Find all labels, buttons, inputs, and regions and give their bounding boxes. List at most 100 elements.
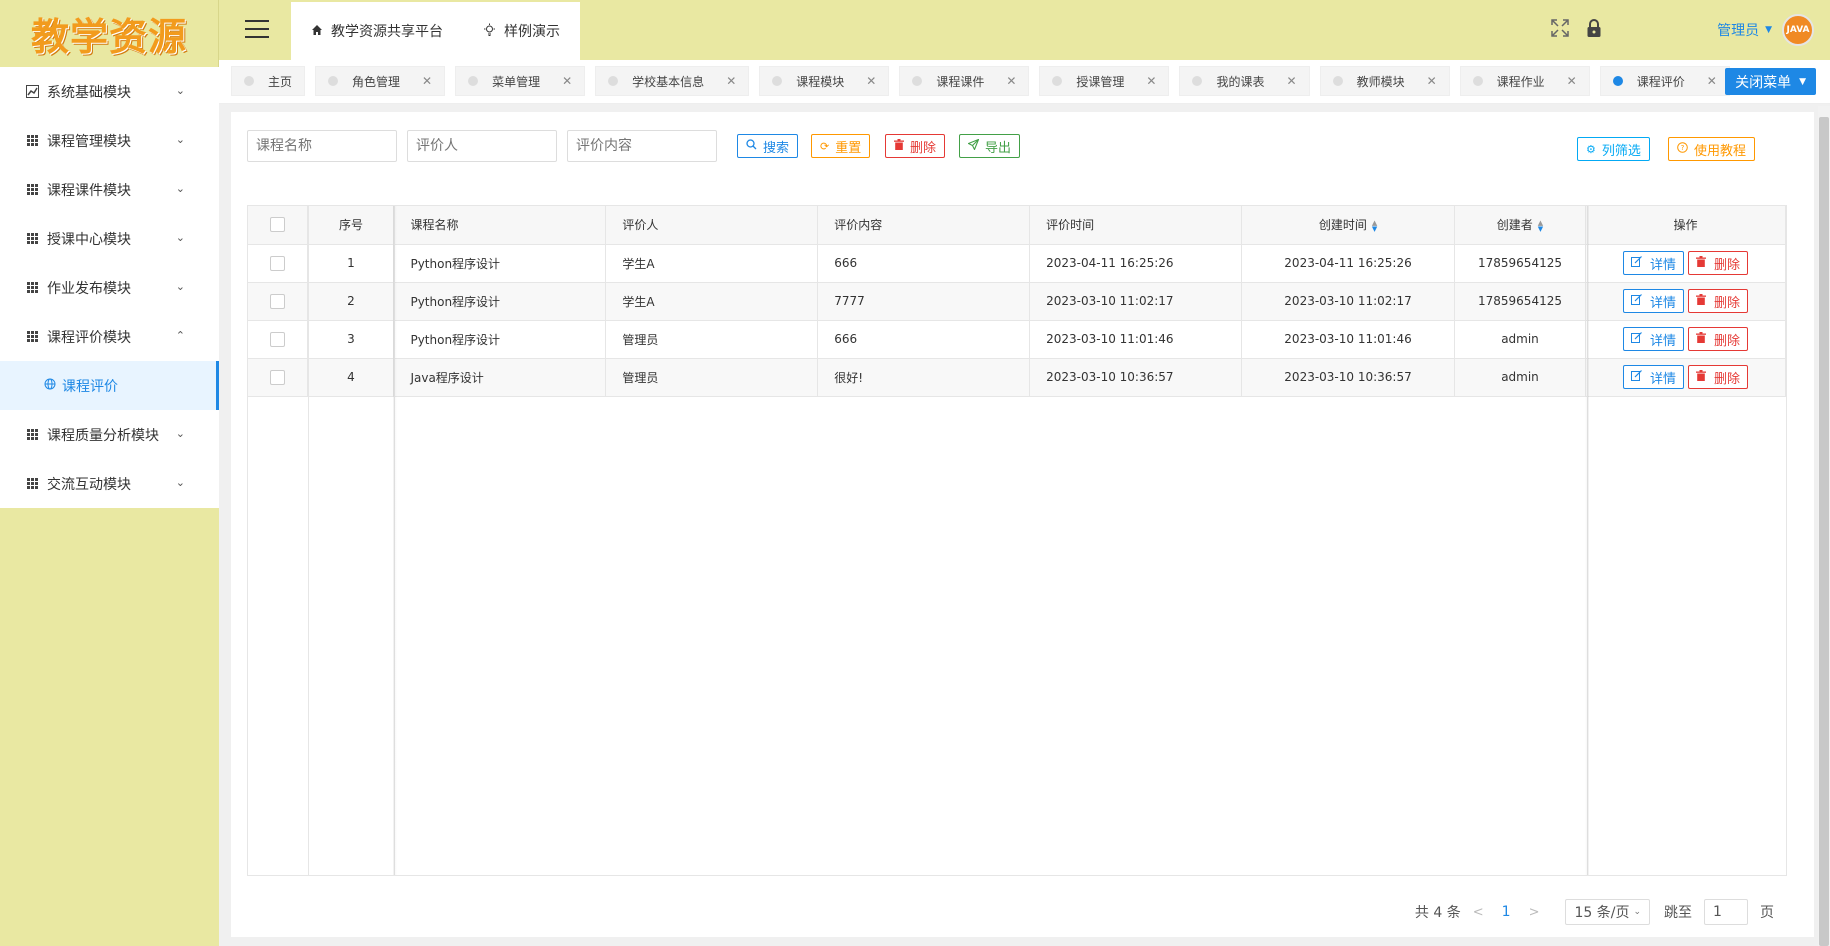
detail-label: 详情 [1649, 295, 1676, 311]
table-row[interactable]: 1 Python程序设计 学生A 666 2023-04-11 16:25:26 2023… [248, 244, 1787, 283]
detail-button[interactable]: 详情 [1622, 365, 1684, 389]
tab-label: 课程评价 [1636, 74, 1685, 89]
tab-list: 主页 角色管理 ✕ 菜单管理 ✕ 学校基本信息 ✕ 课程模块 ✕ 课程课件 ✕ 授课管理 ✕ 我的课表 ✕ 教… [231, 66, 1740, 96]
row-checkbox[interactable] [270, 369, 286, 385]
top-nav-demo[interactable]: 样例演示 [463, 2, 580, 60]
top-nav-home[interactable]: 教学资源共享平台 [291, 2, 463, 60]
tab-bar: 主页 角色管理 ✕ 菜单管理 ✕ 学校基本信息 ✕ 课程模块 ✕ 课程课件 ✕ 授课管理 ✕ 我的课表 ✕ 教… [219, 60, 1830, 104]
row-delete-button[interactable]: 删除 [1687, 327, 1748, 351]
delete-button[interactable]: 删除 [885, 134, 946, 158]
tab-3[interactable]: 学校基本信息 ✕ [595, 66, 750, 96]
row-checkbox[interactable] [270, 255, 286, 271]
row-delete-button[interactable]: 删除 [1687, 365, 1748, 389]
tab-dot-icon [1332, 76, 1343, 86]
hamburger-menu-icon[interactable] [245, 20, 269, 38]
table-row[interactable]: 2 Python程序设计 学生A 7777 2023-03-10 11:02:17 202… [248, 282, 1787, 321]
sort-icon[interactable]: ▲ ▼ [1372, 219, 1377, 232]
row-checkbox[interactable] [270, 331, 286, 347]
row-checkbox[interactable] [270, 293, 286, 309]
avatar[interactable]: JAVA [1782, 14, 1814, 46]
export-button[interactable]: 导出 [959, 134, 1021, 158]
close-icon[interactable]: ✕ [1567, 74, 1577, 88]
grid-icon [25, 330, 39, 344]
tab-10[interactable]: 课程评价 ✕ [1599, 66, 1730, 96]
close-icon[interactable]: ✕ [1287, 74, 1297, 88]
reset-button[interactable]: ⟳ 重置 [811, 134, 871, 158]
header-create-time-cell[interactable]: 创建时间 ▲ ▼ [1241, 206, 1455, 245]
cell-reviewer: 学生A [605, 282, 819, 321]
sidebar-item-teaching-center[interactable]: 授课中心模块 ⌄ [0, 214, 219, 263]
close-icon[interactable]: ✕ [866, 74, 876, 88]
tab-dot-icon [1192, 76, 1203, 86]
tab-7[interactable]: 我的课表 ✕ [1179, 66, 1310, 96]
close-icon[interactable]: ✕ [1006, 74, 1016, 88]
scrollbar-thumb[interactable] [1819, 117, 1829, 946]
pager-total: 共 4 条 [1414, 905, 1461, 921]
sidebar-item-courseware[interactable]: 课程课件模块 ⌄ [0, 165, 219, 214]
column-filter-button[interactable]: ⚙ 列筛选 [1577, 137, 1650, 161]
cell-ops: 详情 删除 [1585, 244, 1787, 283]
detail-button[interactable]: 详情 [1622, 289, 1684, 313]
prev-page-icon[interactable]: < [1473, 905, 1484, 920]
chevron-down-icon: ⌄ [175, 231, 185, 244]
page-size-value: 15 条/页 [1574, 905, 1630, 921]
caret-down-icon[interactable]: ▼ [1765, 25, 1772, 35]
reviewer-input[interactable] [407, 130, 557, 162]
row-delete-button[interactable]: 删除 [1687, 251, 1748, 275]
sidebar-item-interaction[interactable]: 交流互动模块 ⌄ [0, 459, 219, 508]
next-page-icon[interactable]: > [1529, 905, 1540, 920]
page-jump-input[interactable]: 1 [1704, 899, 1748, 925]
page-size-select[interactable]: 15 条/页 ⌄ [1565, 899, 1650, 925]
detail-button[interactable]: 详情 [1622, 327, 1684, 351]
search-button-label: 搜索 [763, 140, 790, 156]
close-menu-button[interactable]: 关闭菜单 ▼ [1725, 68, 1816, 95]
select-all-checkbox[interactable] [270, 217, 286, 233]
tab-8[interactable]: 教师模块 ✕ [1319, 66, 1450, 96]
pager-current-page[interactable]: 1 [1502, 904, 1511, 920]
table-row[interactable]: 3 Python程序设计 管理员 666 2023-03-10 11:01:46 2023… [248, 320, 1787, 359]
close-icon[interactable]: ✕ [1707, 74, 1717, 88]
sidebar-item-quality-analysis[interactable]: 课程质量分析模块 ⌄ [0, 410, 219, 459]
tab-9[interactable]: 课程作业 ✕ [1459, 66, 1590, 96]
row-delete-button[interactable]: 删除 [1687, 289, 1748, 313]
course-name-input[interactable] [247, 130, 397, 162]
tab-0[interactable]: 主页 [231, 66, 306, 96]
lock-icon[interactable] [1583, 18, 1605, 43]
tab-5[interactable]: 课程课件 ✕ [899, 66, 1030, 96]
search-button[interactable]: 搜索 [737, 134, 799, 158]
close-icon[interactable]: ✕ [1427, 74, 1437, 88]
tab-4[interactable]: 课程模块 ✕ [759, 66, 890, 96]
tutorial-button[interactable]: ? 使用教程 [1668, 137, 1756, 161]
detail-button[interactable]: 详情 [1622, 251, 1684, 275]
grid-icon [25, 183, 39, 197]
content-input[interactable] [567, 130, 717, 162]
close-icon[interactable]: ✕ [1146, 74, 1156, 88]
column-filter-label: 列筛选 [1601, 143, 1641, 159]
close-icon[interactable]: ✕ [562, 74, 572, 88]
grid-icon [25, 428, 39, 442]
tab-1[interactable]: 角色管理 ✕ [315, 66, 446, 96]
header-reviewer: 评价人 [605, 206, 819, 245]
close-icon[interactable]: ✕ [422, 74, 432, 88]
detail-label: 详情 [1649, 371, 1676, 387]
sidebar-item-homework[interactable]: 作业发布模块 ⌄ [0, 263, 219, 312]
sidebar-subitem-label: 课程评价 [62, 378, 118, 395]
cell-content: 很好! [817, 358, 1031, 397]
table-row[interactable]: 4 Java程序设计 管理员 很好! 2023-03-10 10:36:57 2023-0… [248, 358, 1787, 397]
send-icon [967, 138, 980, 153]
fullscreen-icon[interactable] [1549, 18, 1571, 43]
close-icon[interactable]: ✕ [726, 74, 736, 88]
tab-2[interactable]: 菜单管理 ✕ [455, 66, 586, 96]
sort-icon[interactable]: ▲ ▼ [1538, 219, 1543, 232]
admin-name[interactable]: 管理员 [1717, 20, 1759, 40]
sidebar-subitem-course-evaluation[interactable]: 课程评价 [0, 361, 219, 410]
row-delete-label: 删除 [1713, 257, 1740, 273]
sidebar-item-course-manage[interactable]: 课程管理模块 ⌄ [0, 116, 219, 165]
tab-6[interactable]: 授课管理 ✕ [1039, 66, 1170, 96]
cell-ops: 详情 删除 [1585, 320, 1787, 359]
sidebar-item-system[interactable]: 系统基础模块 ⌄ [0, 67, 219, 116]
sidebar-item-evaluation[interactable]: 课程评价模块 ⌃ [0, 312, 219, 361]
cell-index: 4 [307, 358, 395, 397]
header-creator-cell[interactable]: 创建者 ▲ ▼ [1454, 206, 1586, 245]
fixed-column-shadow [393, 206, 397, 875]
